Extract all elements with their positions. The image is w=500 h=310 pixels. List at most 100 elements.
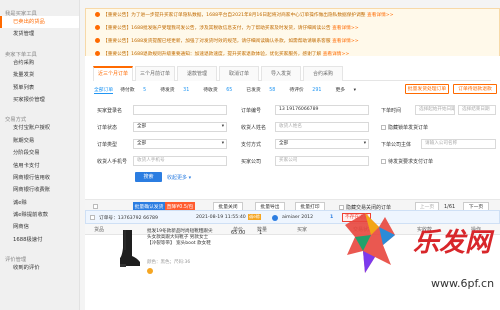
order-number: 订单号：13763792 66789 [99, 215, 159, 221]
tab-cancelled[interactable]: 取消订单 [219, 66, 259, 81]
buyer-name-input[interactable] [133, 105, 227, 115]
order-status-select[interactable]: 全部 ▾ [133, 122, 227, 132]
count-to-review[interactable]: 待评价 291 [289, 86, 328, 94]
status-counts: 全部订单 待付款 5 待发货 31 待收货 65 已发货 58 待评价 291 … [94, 86, 370, 94]
chevron-down-icon: ▾ [221, 124, 224, 129]
tab-import-shipping[interactable]: 导入发货 [261, 66, 301, 81]
product-qty: 1 [259, 230, 263, 236]
count-pending-ship[interactable]: 待发货 31 [160, 86, 196, 94]
tab-contract[interactable]: 合约采购 [303, 66, 343, 81]
receiver-input[interactable]: 收货人姓名 [275, 122, 369, 132]
tab-older-orders[interactable]: 三个月前订单 [135, 66, 175, 81]
sidebar-item-shipping[interactable]: 发货管理 [0, 28, 79, 40]
sidebar-item-staged[interactable]: 分阶段交易 [0, 147, 79, 159]
info-icon [95, 25, 100, 30]
order-header-row: 订单号：13763792 66789 2021-08-19 11:55:40 诚… [85, 210, 500, 224]
order-checkbox[interactable] [90, 215, 95, 220]
sidebar-item-bank-fee[interactable]: 网商银行收费账 [0, 184, 79, 196]
company-label: 下单公司主体 [381, 142, 412, 148]
receiver-label: 收货人姓名 [241, 125, 267, 131]
company-input[interactable]: 请输入公司名称 [421, 139, 496, 149]
sidebar: 我是买家工具 已卖出的货品 发货管理 卖家下单工具 合约采购 批量发货 预单列表… [0, 0, 80, 310]
expand-toggle[interactable]: 收起更多 ▾ [167, 174, 191, 181]
pay-method-label: 支付方式 [241, 142, 262, 148]
product-price: 65.00 [231, 230, 246, 236]
order-time-end[interactable]: 选择结束日期 [458, 105, 496, 115]
order-no-label: 订单编号 [241, 108, 262, 114]
search-button[interactable]: 搜索 [135, 172, 162, 182]
buyer-name-label: 买家登录名 [97, 108, 123, 114]
product-thumbnail[interactable] [117, 228, 141, 268]
sidebar-item-contract[interactable]: 合约采购 [0, 57, 79, 69]
sidebar-group-title: 评价管理 [5, 257, 27, 264]
batch-refund-button[interactable]: 订单待退款退款 [453, 84, 497, 94]
sidebar-item-pre-orders[interactable]: 预单列表 [0, 82, 79, 94]
order-time: 2021-08-19 11:55:40 [196, 214, 246, 220]
order-type-label: 订单类型 [97, 142, 118, 148]
notice-link[interactable]: 查看详情>> [332, 26, 359, 31]
info-icon [95, 38, 100, 43]
orders-panel: 近三个月订单 三个月前订单 退款管理 取消订单 导入发货 合约采购 批量发货处理… [85, 56, 500, 310]
phone-input[interactable]: 收货人手机号 [133, 156, 227, 166]
chevron-down-icon: ▾ [353, 88, 356, 93]
sidebar-group-title: 我是买家工具 [5, 11, 37, 17]
chevron-down-icon: ▾ [187, 175, 192, 181]
sidebar-item-batch-send[interactable]: 批量发货 [0, 69, 79, 81]
notice-text: 【重要公告】1688发货提醒已经更新，加强了对发货时效的规范，请仔细阅读确认条款… [103, 39, 331, 44]
sidebar-item-credit-card[interactable]: 信用卡支付 [0, 160, 79, 172]
sidebar-item-wangshangxin[interactable]: 网商信 [0, 221, 79, 233]
batch-send-button[interactable]: 批量发货处理订单 [405, 84, 449, 94]
notice-item: 【重要公告】为了进一步提升买家订单隐私数据，1688平台自2021年8月16日起… [86, 9, 499, 22]
sidebar-item-sold-goods[interactable]: 已卖出的货品 [0, 16, 79, 29]
buyer-company-input[interactable]: 买家公司 [275, 156, 369, 166]
sidebar-item-reviews[interactable]: 收到的评价 [0, 262, 79, 274]
notice-text: 【重要公告】为了进一步提升买家订单隐私数据，1688平台自2021年8月16日起… [103, 13, 366, 18]
order-row: 批发19冬款新品时尚短靴粗跟尖头女款高跟大码靴子 男款女士 【冷裂等带】 宽头b… [85, 224, 500, 304]
count-more[interactable]: 更多 ▾ [335, 86, 363, 94]
notice-panel: 【重要公告】为了进一步提升买家订单隐私数据，1688平台自2021年8月16日起… [85, 8, 500, 62]
checkbox[interactable] [381, 159, 386, 164]
sidebar-item-bank-credit[interactable]: 网商银行信用收 [0, 172, 79, 184]
sidebar-item-credit-term[interactable]: 账期交易 [0, 135, 79, 147]
main-content: 【重要公告】为了进一步提升买家订单隐私数据，1688平台自2021年8月16日起… [85, 0, 500, 310]
tag-badge: 诚e赊 [248, 214, 261, 220]
product-title[interactable]: 批发19冬款新品时尚短靴粗跟尖头女款高跟大码靴子 男款女士 【冷裂等带】 宽头b… [147, 229, 215, 247]
count-all[interactable]: 全部订单 [94, 86, 114, 94]
wangwang-icon[interactable] [272, 214, 278, 221]
count-pending-receive[interactable]: 待收货 65 [203, 86, 239, 94]
order-status-label: 订单状态 [97, 125, 118, 131]
pay-method-select[interactable]: 全部 ▾ [275, 139, 369, 149]
sidebar-item-fast-pay[interactable]: 1688极速付 [0, 234, 79, 246]
sidebar-item-quotes[interactable]: 买家报价管理 [0, 94, 79, 106]
order-tabs: 近三个月订单 三个月前订单 退款管理 取消订单 导入发货 合约采购 [93, 66, 491, 81]
debt-checkbox[interactable]: 待发货要求支付订单 [381, 158, 433, 165]
info-icon [95, 12, 100, 17]
sidebar-group-title: 交易方式 [5, 117, 27, 124]
sidebar-item-alipay[interactable]: 支付宝账户授权 [0, 122, 79, 134]
product-spec: 颜色：黑色；尺码:36 [147, 260, 191, 265]
chevron-down-icon: ▾ [363, 141, 366, 146]
sidebar-group-title: 卖家下单工具 [5, 51, 37, 58]
flag-icon[interactable]: 1 [330, 215, 333, 220]
select-all-checkbox[interactable] [93, 204, 98, 209]
order-time-label: 下单时间 [381, 108, 402, 114]
count-pending-pay[interactable]: 待付款 5 [120, 86, 153, 94]
tab-refunds[interactable]: 退款管理 [177, 66, 217, 81]
phone-label: 收货人手机号 [97, 159, 128, 165]
buyer-name[interactable]: aimiaer 2012 [282, 215, 313, 220]
buyer-company-label: 买家公司 [241, 159, 262, 165]
status-badge: 不存在退货 [342, 213, 372, 222]
sidebar-item-chengesha[interactable]: 诚e赊 [0, 197, 79, 209]
notice-link[interactable]: 查看详情>> [367, 13, 394, 18]
order-no-input[interactable]: 13 19176066789 [275, 105, 369, 115]
tab-recent-orders[interactable]: 近三个月订单 [93, 66, 133, 81]
lock-order-checkbox[interactable]: 隐藏锁单发货订单 [381, 124, 428, 131]
order-type-select[interactable]: 全部 ▾ [133, 139, 227, 149]
notice-item: 【重要公告】1688发货提醒已经更新，加强了对发货时效的规范，请仔细阅读确认条款… [86, 35, 499, 48]
sidebar-item-early-receipt[interactable]: 诚e赊提前收款 [0, 209, 79, 221]
count-shipped[interactable]: 已发货 58 [246, 86, 282, 94]
notice-link[interactable]: 查看详情>> [332, 39, 359, 44]
order-time-start[interactable]: 选择起始开始日期 [415, 105, 455, 115]
checkbox[interactable] [381, 125, 386, 130]
guarantee-icon [147, 268, 153, 274]
